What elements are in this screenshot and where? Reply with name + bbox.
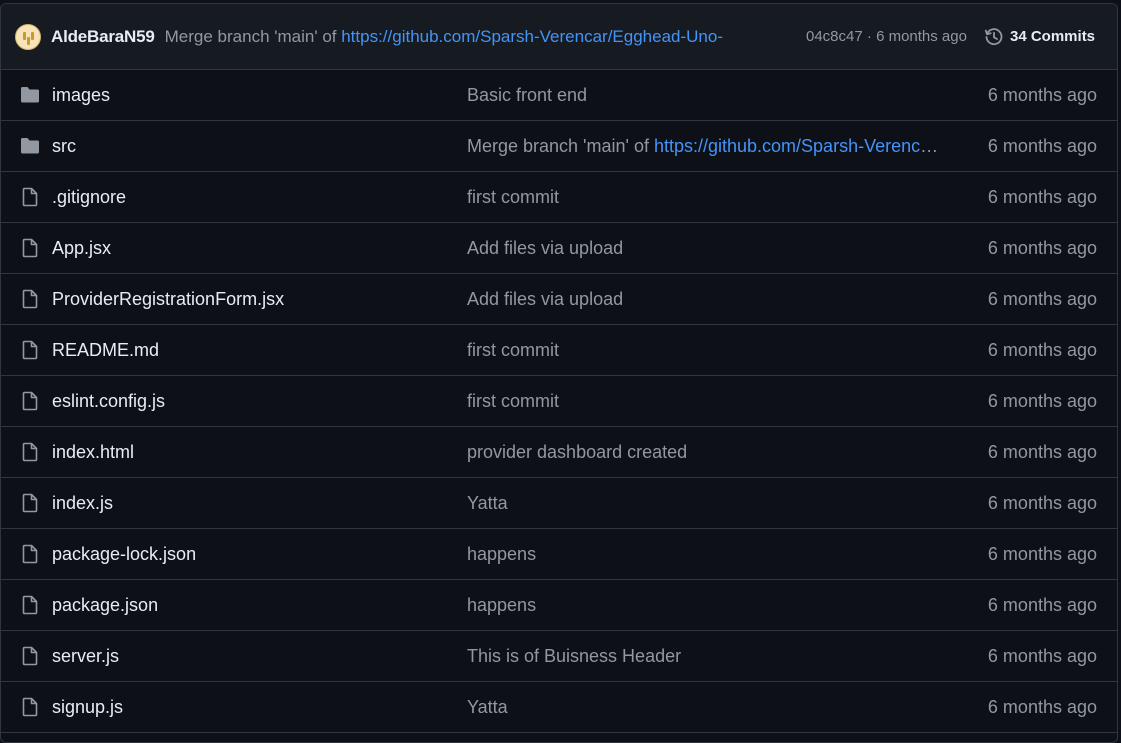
folder-icon	[20, 136, 40, 156]
file-icon	[20, 697, 40, 717]
latest-commit-bar: AldeBaraN59 Merge branch 'main' of https…	[1, 4, 1117, 70]
file-commit-age: 6 months ago	[987, 84, 1097, 105]
commit-msg-text: first commit	[467, 339, 559, 360]
commit-msg-text: provider dashboard created	[467, 441, 688, 462]
commit-hash[interactable]: 04c8c47	[806, 28, 863, 45]
file-commit-age: 6 months ago	[987, 339, 1097, 360]
file-icon	[20, 187, 40, 207]
file-name[interactable]: package-lock.json	[52, 544, 196, 565]
file-row[interactable]: signup.js Yatta 6 months ago	[1, 682, 1117, 733]
file-name[interactable]: src	[52, 136, 76, 157]
file-commit-message[interactable]: first commit	[467, 340, 945, 361]
file-browser: AldeBaraN59 Merge branch 'main' of https…	[0, 3, 1118, 743]
file-icon	[20, 595, 40, 615]
file-commit-age: 6 months ago	[987, 186, 1097, 207]
file-row[interactable]: package-lock.json happens 6 months ago	[1, 529, 1117, 580]
commit-message-text: Merge branch 'main' of	[164, 26, 342, 46]
meta-separator: ·	[862, 28, 877, 45]
file-name[interactable]: ProviderRegistrationForm.jsx	[52, 289, 284, 310]
file-icon	[20, 493, 40, 513]
file-commit-message[interactable]: This is of Buisness Header	[467, 646, 945, 667]
file-row[interactable]: images Basic front end 6 months ago	[1, 70, 1117, 121]
file-name[interactable]: index.html	[52, 442, 134, 463]
file-commit-message[interactable]: first commit	[467, 391, 945, 412]
file-commit-age: 6 months ago	[987, 696, 1097, 717]
file-commit-age: 6 months ago	[987, 390, 1097, 411]
commit-message[interactable]: Merge branch 'main' of https://github.co…	[165, 27, 723, 47]
file-commit-message[interactable]: Basic front end	[467, 85, 945, 106]
file-row[interactable]: package.json happens 6 months ago	[1, 580, 1117, 631]
commit-msg-text: This is of Buisness Header	[467, 645, 682, 666]
history-icon	[984, 27, 1003, 45]
file-commit-message[interactable]: provider dashboard created	[467, 442, 945, 463]
file-commit-message[interactable]: Add files via upload	[467, 238, 945, 259]
file-commit-age: 6 months ago	[987, 288, 1097, 309]
file-commit-message[interactable]: happens	[467, 544, 945, 565]
commit-author[interactable]: AldeBaraN59	[51, 27, 155, 47]
file-row[interactable]: index.html provider dashboard created 6 mo…	[1, 427, 1117, 478]
commit-msg-text: Add files via upload	[467, 288, 624, 309]
file-row[interactable]: src Merge branch 'main' of https://github…	[1, 121, 1117, 172]
file-name[interactable]: .gitignore	[52, 187, 126, 208]
author-avatar[interactable]	[15, 23, 41, 50]
file-list: images Basic front end 6 months ago src Merg…	[1, 70, 1117, 733]
folder-icon	[20, 85, 40, 105]
file-commit-message[interactable]: Yatta	[467, 697, 945, 718]
file-commit-message[interactable]: Merge branch 'main' of https://github.co…	[467, 136, 945, 157]
commits-count: 34 Commits	[1010, 28, 1096, 45]
file-name[interactable]: server.js	[52, 646, 119, 667]
file-row[interactable]: server.js This is of Buisness Header 6 mon…	[1, 631, 1117, 682]
file-icon	[20, 289, 40, 309]
file-name[interactable]: signup.js	[52, 697, 123, 718]
file-row[interactable]: eslint.config.js first commit 6 months ago	[1, 376, 1117, 427]
commit-msg-text: Merge branch 'main' of	[467, 135, 654, 156]
file-commit-message[interactable]: first commit	[467, 187, 945, 208]
commit-msg-text: Yatta	[467, 492, 508, 513]
file-icon	[20, 340, 40, 360]
commit-message-link[interactable]: https://github.com/Sparsh-Verencar/Egghe…	[341, 27, 723, 46]
file-commit-message[interactable]: Yatta	[467, 493, 945, 514]
file-icon	[20, 646, 40, 666]
commit-msg-text: happens	[467, 543, 537, 564]
file-commit-age: 6 months ago	[987, 492, 1097, 513]
file-commit-age: 6 months ago	[987, 543, 1097, 564]
file-commit-message[interactable]: happens	[467, 595, 945, 616]
file-icon	[20, 544, 40, 564]
file-name[interactable]: index.js	[52, 493, 113, 514]
file-commit-age: 6 months ago	[987, 645, 1097, 666]
commit-history-button[interactable]: 34 Commits	[984, 27, 1095, 47]
file-row[interactable]: README.md first commit 6 months ago	[1, 325, 1117, 376]
file-name[interactable]: package.json	[52, 595, 158, 616]
commit-msg-text: Basic front end	[467, 84, 588, 105]
commit-meta: 04c8c47 · 6 months ago	[806, 28, 967, 45]
file-commit-age: 6 months ago	[987, 237, 1097, 258]
commit-msg-text: Yatta	[467, 696, 508, 717]
file-commit-age: 6 months ago	[987, 441, 1097, 462]
file-row[interactable]: ProviderRegistrationForm.jsx Add files vi…	[1, 274, 1117, 325]
commit-msg-text: happens	[467, 594, 537, 615]
file-icon	[20, 391, 40, 411]
commit-msg-text: first commit	[467, 186, 559, 207]
file-name[interactable]: App.jsx	[52, 238, 111, 259]
file-icon	[20, 442, 40, 462]
file-row[interactable]: index.js Yatta 6 months ago	[1, 478, 1117, 529]
file-row[interactable]: App.jsx Add files via upload 6 months ago	[1, 223, 1117, 274]
file-row[interactable]: .gitignore first commit 6 months ago	[1, 172, 1117, 223]
commit-age: 6 months ago	[876, 28, 967, 45]
file-name[interactable]: eslint.config.js	[52, 391, 165, 412]
file-commit-age: 6 months ago	[987, 135, 1097, 156]
file-commit-age: 6 months ago	[987, 594, 1097, 615]
file-icon	[20, 238, 40, 258]
file-commit-message[interactable]: Add files via upload	[467, 289, 945, 310]
file-name[interactable]: images	[52, 85, 110, 106]
commit-msg-text: Add files via upload	[467, 237, 624, 258]
commit-msg-text: first commit	[467, 390, 559, 411]
file-name[interactable]: README.md	[52, 340, 159, 361]
commit-msg-link[interactable]: https://github.com/Sparsh-Verencar/Egghe…	[654, 136, 945, 156]
